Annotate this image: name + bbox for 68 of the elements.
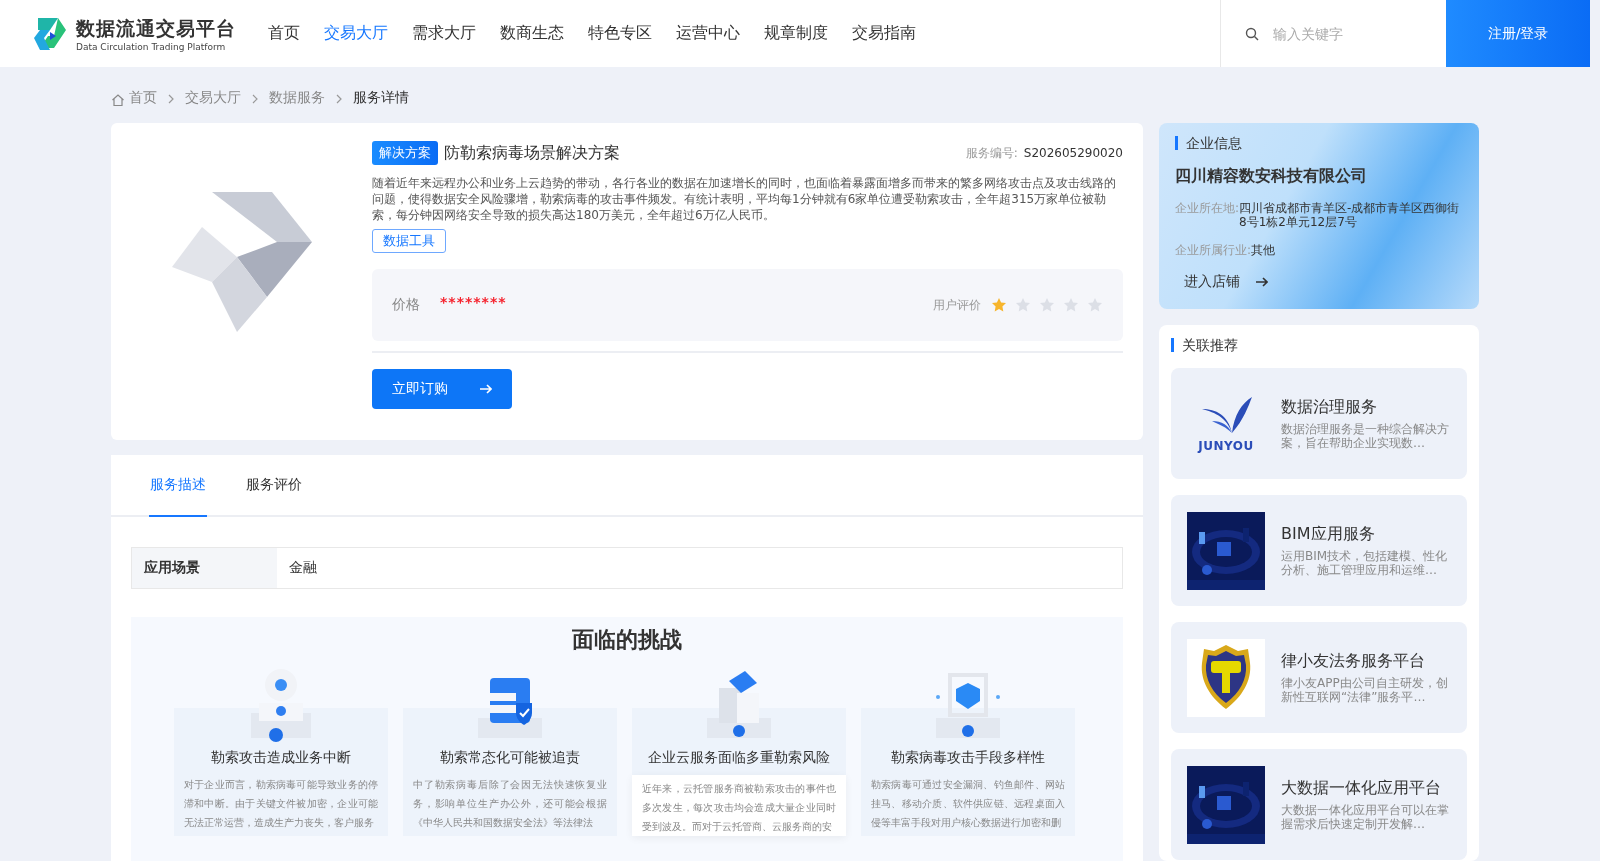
panel-heading: 企业信息 xyxy=(1175,136,1463,150)
price-label: 价格 xyxy=(392,296,420,314)
tool-tag: 数据工具 xyxy=(372,229,446,253)
field-label: 企业所在地: xyxy=(1175,201,1240,217)
challenge-title: 企业云服务面临多重勒索风险 xyxy=(647,749,831,767)
challenge-title: 勒索攻击造成业务中断 xyxy=(210,749,352,767)
star-icon xyxy=(1015,297,1031,313)
nav-link[interactable]: 需求大厅 xyxy=(412,23,476,44)
detail-label: 应用场景 xyxy=(132,548,277,588)
chevron-icon xyxy=(250,93,260,105)
section-title: 面临的挑战 xyxy=(571,626,683,654)
star-icon xyxy=(1039,297,1055,313)
recommendation-summary: 大数据一体化应用平台可以在掌握需求后快速定制开发解… xyxy=(1281,803,1450,831)
home-icon xyxy=(111,93,125,107)
category-tag: 解决方案 xyxy=(372,141,438,165)
nav-link[interactable]: 特色专区 xyxy=(588,23,652,44)
service-title: 防勒索病毒场景解决方案 xyxy=(444,142,620,164)
recommendation-card[interactable]: 律小友法务服务平台 律小友APP由公司自主研发，创新性互联网“法律”服务平… xyxy=(1171,622,1467,733)
chevron-icon xyxy=(334,93,344,105)
recommendation-summary: 运用BIM技术，包括建模、性化分析、施工管理应用和运维… xyxy=(1281,549,1449,577)
logo-title: 数据流通交易平台 xyxy=(76,15,236,41)
challenge-text: 对于企业而言，勒索病毒可能导致业务的停滞和中断。由于关键文件被加密，企业可能无法正常运营，造成生产力丧失，客户服务 xyxy=(183,778,379,830)
tab[interactable]: 服务评价 xyxy=(245,455,303,517)
nav-link[interactable]: 交易指南 xyxy=(852,23,916,44)
field-label: 企业所属行业: xyxy=(1175,243,1252,257)
company-name: 四川精容数安科技有限公司 xyxy=(1175,166,1368,187)
recommendation-summary: 律小友APP由公司自主研发，创新性互联网“法律”服务平… xyxy=(1281,676,1449,704)
field-value: 四川省成都市青羊区-成都市青羊区西御街8号1栋2单元12层7号 xyxy=(1239,201,1461,229)
nav-link[interactable]: 运营中心 xyxy=(676,23,740,44)
recommendation-card[interactable]: JUNYOU 数据治理服务 数据治理服务是一种综合解决方案，旨在帮助企业实现数… xyxy=(1171,368,1467,479)
logo-subtitle: Data Circulation Trading Platform xyxy=(76,41,227,52)
recommendation-title: 数据治理服务 xyxy=(1281,397,1378,418)
login-button[interactable]: 注册/登录 xyxy=(1446,0,1590,67)
star-icon xyxy=(991,297,1007,313)
recommendation-summary: 数据治理服务是一种综合解决方案，旨在帮助企业实现数… xyxy=(1281,422,1450,450)
nav-link[interactable]: 交易大厅 xyxy=(324,23,388,44)
shop-link[interactable]: 进入店铺 xyxy=(1184,273,1268,291)
field-value: 其他 xyxy=(1251,243,1276,257)
recommendation-card[interactable]: 大数据一体化应用平台 大数据一体化应用平台可以在掌握需求后快速定制开发解… xyxy=(1171,749,1467,860)
price-value: ******** xyxy=(440,294,507,310)
nav-link[interactable]: 首页 xyxy=(268,23,300,44)
recommendation-title: 律小友法务服务平台 xyxy=(1281,651,1426,672)
logo-text: JUNYOU xyxy=(1198,438,1254,453)
recommendation-title: 大数据一体化应用平台 xyxy=(1281,778,1442,799)
recommendation-title: BIM应用服务 xyxy=(1281,524,1376,545)
star-icon xyxy=(1087,297,1103,313)
chevron-icon xyxy=(166,93,176,105)
breadcrumb-current: 服务详情 xyxy=(353,89,409,107)
challenge-text: 勒索病毒可通过安全漏洞、钓鱼邮件、网站挂马、移动介质、软件供应链、远程桌面入侵等丰富手段对用户核心数据进行加密和删 xyxy=(870,778,1066,830)
arrow-icon xyxy=(1254,275,1268,289)
order-button[interactable]: 立即订购 xyxy=(372,369,512,409)
challenge-text: 中了勒索病毒后除了会因无法快速恢复业务，影响单位生产办公外，还可能会根据《中华人民共和国数据安全法》等法律法 xyxy=(412,778,608,830)
arrow-icon xyxy=(478,382,492,396)
service-number: S202605290020 xyxy=(1023,146,1123,160)
service-description: 随着近年来远程办公和业务上云趋势的带动，各行各业的数据在加速增长的同时，也面临着暴露面增多而带来的繁多网络攻击点及攻击线路的问题，使得数据安全风险骤增，勒索病毒的攻击事件频发。有统计表明，平均每1分钟就有6家单位遭受勒索攻击，全年超315万家单位被勒索，每分钟因网络安全导致的损失高达180万美元，全年超过6万亿人民币。 xyxy=(372,175,1117,223)
rating-label: 用户评价 xyxy=(933,296,981,314)
recommendation-card[interactable]: BIM应用服务 运用BIM技术，包括建模、性化分析、施工管理应用和运维… xyxy=(1171,495,1467,606)
nav-link[interactable]: 数商生态 xyxy=(500,23,564,44)
challenge-title: 勒索病毒攻击手段多样性 xyxy=(890,749,1046,767)
search-icon xyxy=(1245,26,1259,41)
star-icon xyxy=(1063,297,1079,313)
tab[interactable]: 服务描述 xyxy=(149,455,207,517)
panel-heading: 关联推荐 xyxy=(1171,338,1467,352)
challenge-title: 勒索常态化可能被追责 xyxy=(439,749,581,767)
service-number-label: 服务编号: xyxy=(965,144,1018,162)
challenge-text: 近年来，云托管服务商被勒索攻击的事件也多次发生，每次攻击均会造成大量企业同时受到波及。而对于云托管商、云服务商的安 xyxy=(632,775,846,836)
detail-value: 金融 xyxy=(288,558,318,577)
nav-link[interactable]: 规章制度 xyxy=(764,23,828,44)
